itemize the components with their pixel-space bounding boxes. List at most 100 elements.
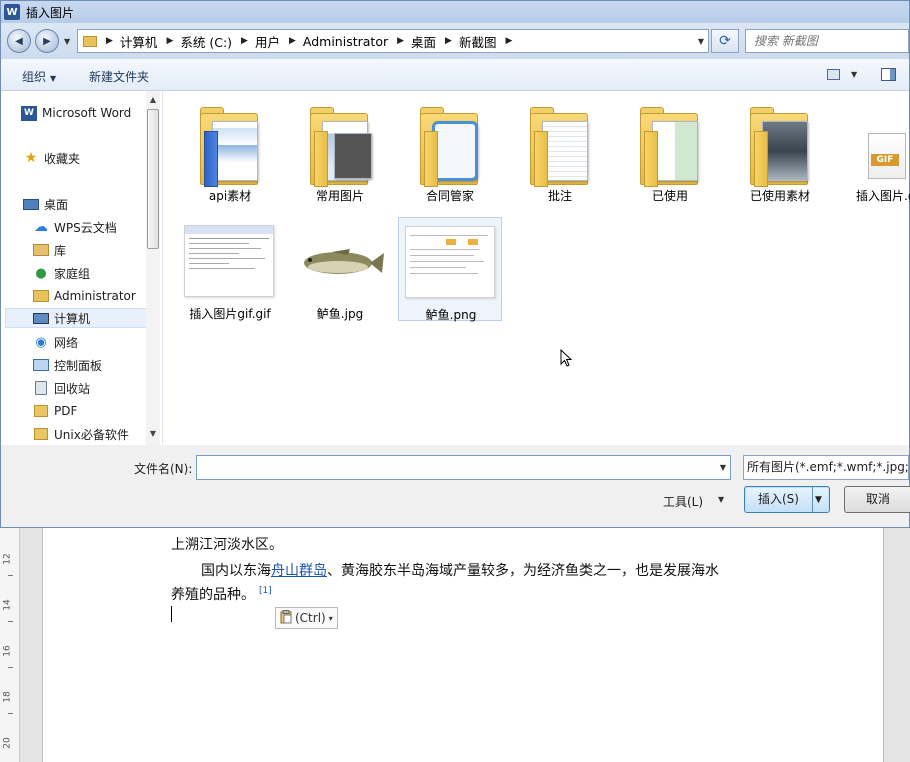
file-item-folder[interactable]: 已使用: [618, 99, 722, 203]
sidebar-item-unix-software[interactable]: Unix必备软件: [33, 424, 129, 444]
footnote-reference[interactable]: [1]: [259, 586, 272, 596]
file-item-folder[interactable]: 已使用素材: [728, 99, 832, 203]
cancel-button[interactable]: 取消: [844, 486, 910, 513]
chevron-right-icon[interactable]: ▶: [166, 36, 173, 46]
breadcrumb-item[interactable]: 新截图 ▶: [459, 32, 519, 51]
refresh-button[interactable]: ⟳: [711, 29, 739, 53]
sidebar-item-label: 控制面板: [54, 358, 103, 373]
sidebar-item-label: 家庭组: [54, 266, 91, 281]
chevron-down-icon: ▼: [50, 74, 57, 83]
insert-button[interactable]: 插入(S) ▼: [744, 486, 830, 513]
sidebar-item-label: Administrator: [54, 289, 136, 303]
sidebar-item-desktop[interactable]: 桌面: [23, 194, 68, 214]
breadcrumb-item[interactable]: 系统 (C:) ▶: [180, 32, 255, 51]
chevron-right-icon[interactable]: ▶: [505, 36, 512, 46]
sidebar-item-recycle-bin[interactable]: 回收站: [33, 378, 90, 398]
ruler-tick: [8, 713, 13, 714]
filename-input[interactable]: [197, 456, 707, 479]
document-text: 养殖的品种。: [171, 587, 255, 603]
preview-pane-icon[interactable]: [881, 68, 896, 81]
sidebar-item-network[interactable]: ◉ 网络: [33, 332, 78, 352]
ruler-tick: [8, 621, 13, 622]
insert-button-label[interactable]: 插入(S): [745, 487, 813, 512]
search-box[interactable]: [745, 29, 909, 53]
paste-options-button[interactable]: (Ctrl) ▾: [275, 607, 338, 629]
title-bar[interactable]: W 插入图片: [1, 1, 909, 23]
document-paragraph-line: 上溯江河淡水区。: [171, 537, 283, 553]
command-toolbar: 组织 ▼ 新建文件夹 ▼: [1, 59, 909, 91]
gif-file-icon: GIF: [868, 133, 906, 179]
breadcrumb-label: 系统 (C:): [180, 34, 233, 50]
image-thumbnail: [294, 239, 384, 289]
sidebar-item-library[interactable]: 库: [33, 240, 66, 260]
breadcrumb-item[interactable]: 用户 ▶: [255, 32, 303, 51]
scroll-up-arrow-icon[interactable]: ▲: [146, 95, 160, 104]
file-name: 插入图片.gif: [856, 189, 910, 203]
chevron-right-icon[interactable]: ▶: [289, 36, 296, 46]
file-item-image[interactable]: 鲈鱼.jpg: [288, 217, 392, 321]
sidebar-item-microsoft-word[interactable]: W Microsoft Word: [21, 103, 131, 123]
search-input[interactable]: [746, 30, 908, 52]
breadcrumb-item[interactable]: Administrator ▶: [303, 34, 411, 49]
file-item-folder[interactable]: api素材: [178, 99, 282, 203]
sidebar-item-favorites[interactable]: ★ 收藏夹: [23, 148, 80, 168]
address-bar[interactable]: ▶ 计算机 ▶ 系统 (C:) ▶ 用户 ▶ Administrator ▶ 桌面 ▶ 新…: [77, 29, 709, 53]
chevron-right-icon[interactable]: ▶: [445, 36, 452, 46]
chevron-down-icon[interactable]: ▼: [720, 463, 726, 472]
file-item-folder[interactable]: 合同管家: [398, 99, 502, 203]
back-button[interactable]: ◀: [7, 29, 31, 53]
star-icon: ★: [24, 150, 38, 166]
computer-icon: [33, 312, 49, 324]
word-icon: W: [21, 105, 37, 121]
recent-locations-dropdown[interactable]: ▼: [64, 37, 70, 46]
file-type-filter[interactable]: 所有图片(*.emf;*.wmf;*.jpg;*.jpeg: [743, 455, 909, 480]
sidebar-scrollbar[interactable]: ▲ ▼: [146, 91, 160, 445]
sidebar-item-pdf[interactable]: PDF: [33, 401, 77, 421]
text-caret: [171, 606, 172, 622]
view-mode-dropdown[interactable]: ▼: [851, 70, 857, 79]
file-item-image-selected[interactable]: 鲈鱼.png: [398, 217, 502, 322]
file-item-folder[interactable]: 常用图片: [288, 99, 392, 203]
file-name: 已使用: [651, 189, 688, 203]
breadcrumb-label: 桌面: [411, 34, 437, 50]
breadcrumb-item[interactable]: 桌面 ▶: [411, 32, 459, 51]
ruler-number: 14: [2, 599, 13, 611]
ruler-number: 20: [2, 737, 13, 749]
document-page[interactable]: 上溯江河淡水区。 国内以东海舟山群岛、黄海胶东半岛海域产量较多，为经济鱼类之一，…: [42, 528, 884, 762]
arrow-left-icon: ◀: [15, 35, 23, 47]
scrollbar-thumb[interactable]: [147, 109, 159, 249]
chevron-down-icon[interactable]: ▼: [718, 495, 724, 504]
filename-combobox[interactable]: ▼: [196, 455, 731, 480]
library-icon: [33, 244, 49, 256]
ruler-number: 16: [2, 645, 13, 657]
sidebar-item-computer[interactable]: 计算机: [5, 308, 148, 328]
address-history-dropdown[interactable]: ▼: [698, 37, 704, 46]
scroll-down-arrow-icon[interactable]: ▼: [146, 429, 160, 438]
filename-label: 文件名(N):: [134, 462, 193, 476]
forward-button[interactable]: ▶: [35, 29, 59, 53]
chevron-right-icon[interactable]: ▶: [106, 36, 113, 46]
new-folder-button[interactable]: 新建文件夹: [89, 68, 149, 85]
cloud-icon: ☁: [34, 219, 48, 235]
chevron-right-icon[interactable]: ▶: [241, 36, 248, 46]
document-hyperlink[interactable]: 舟山群岛: [271, 563, 327, 579]
chevron-right-icon[interactable]: ▶: [397, 36, 404, 46]
sidebar-item-wps-cloud[interactable]: ☁ WPS云文档: [33, 217, 117, 237]
file-item-image[interactable]: 插入图片gif.gif: [178, 217, 282, 321]
file-item-folder[interactable]: 批注: [508, 99, 612, 203]
insert-options-dropdown[interactable]: ▼: [815, 495, 822, 505]
organize-button[interactable]: 组织 ▼: [22, 68, 56, 85]
navigation-pane: W Microsoft Word ★ 收藏夹 桌面 ☁ WPS云文档 库 ● 家庭组 A…: [1, 91, 163, 445]
sidebar-item-label: WPS云文档: [54, 220, 117, 235]
sidebar-item-administrator[interactable]: Administrator: [33, 286, 136, 306]
view-mode-icon[interactable]: [827, 69, 840, 80]
tools-menu-button[interactable]: 工具(L): [663, 493, 703, 510]
chevron-down-icon: ▾: [328, 613, 333, 623]
file-item-gif[interactable]: GIF 插入图片.gif: [838, 99, 910, 203]
file-name: api素材: [208, 189, 252, 203]
window-title: 插入图片: [26, 5, 75, 20]
fish-image-icon: [304, 249, 384, 274]
sidebar-item-homegroup[interactable]: ● 家庭组: [33, 263, 90, 283]
sidebar-item-control-panel[interactable]: 控制面板: [33, 355, 102, 375]
breadcrumb-item[interactable]: 计算机 ▶: [120, 32, 180, 51]
